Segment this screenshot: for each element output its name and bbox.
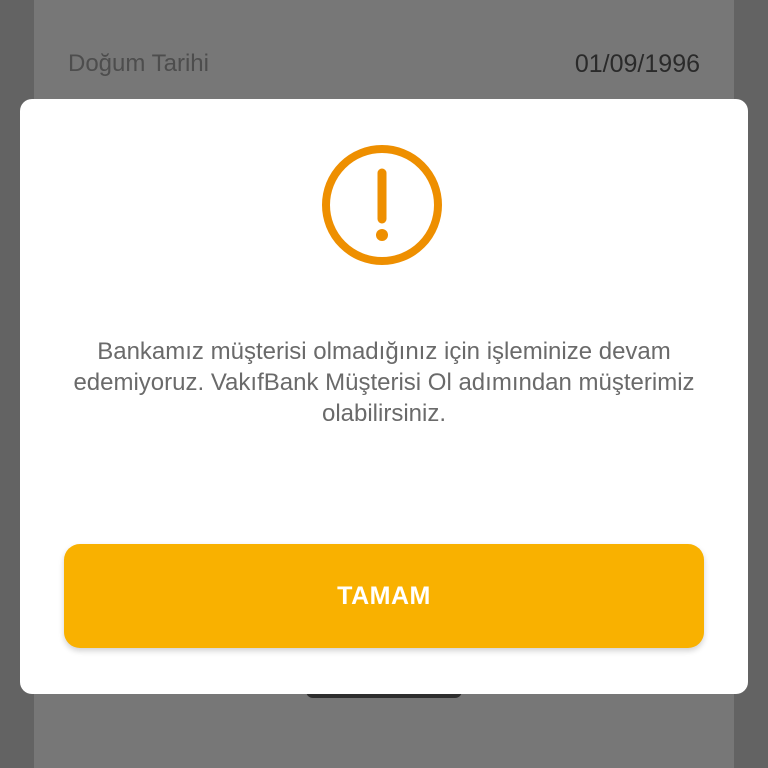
exclamation-circle-icon (322, 145, 442, 265)
ok-button[interactable]: TAMAM (64, 544, 704, 648)
dialog-message: Bankamız müşterisi olmadığınız için işle… (73, 338, 695, 427)
birth-date-label: Doğum Tarihi (68, 50, 209, 77)
screen: Doğum Tarihi 01/09/1996 Bankamız müşteri… (0, 0, 768, 768)
alert-dialog: Bankamız müşterisi olmadığınız için işle… (20, 99, 748, 694)
birth-date-row: Doğum Tarihi 01/09/1996 (34, 38, 734, 92)
birth-date-value: 01/09/1996 (574, 50, 700, 78)
ok-button-label: TAMAM (337, 581, 431, 610)
